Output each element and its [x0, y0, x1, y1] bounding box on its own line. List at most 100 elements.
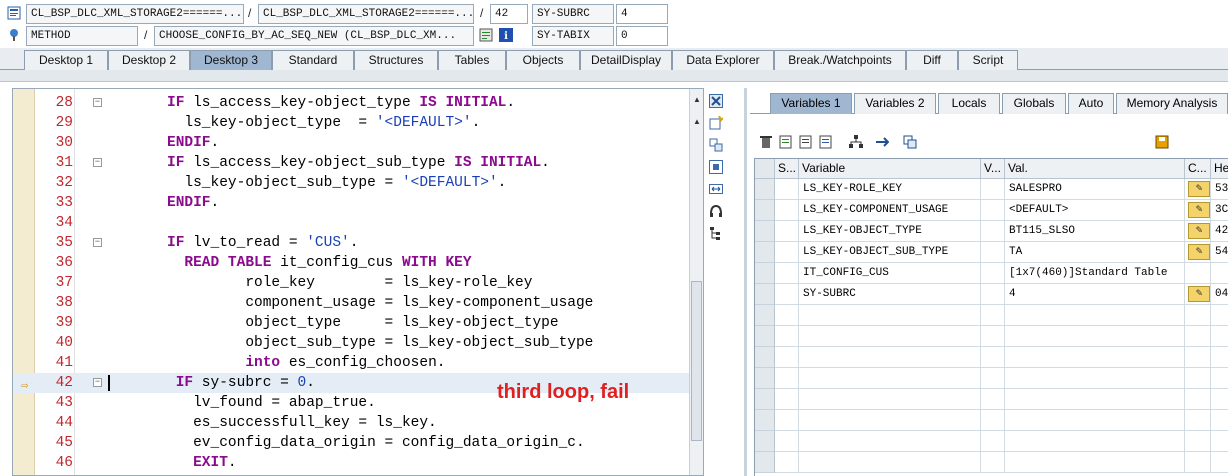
variable-name-cell[interactable]: SY-SUBRC [799, 284, 981, 305]
row-selector[interactable] [755, 263, 775, 284]
table-cell[interactable] [981, 200, 1005, 221]
empty-cell[interactable] [1185, 326, 1211, 347]
empty-cell[interactable] [775, 347, 799, 368]
variable-name-cell[interactable]: LS_KEY-ROLE_KEY [799, 179, 981, 200]
variable-value-cell[interactable]: SALESPRO [1005, 179, 1185, 200]
tab-memory-analysis[interactable]: Memory Analysis [1116, 93, 1228, 114]
code-line[interactable]: 33 ENDIF. [13, 193, 693, 213]
tab-globals[interactable]: Globals [1002, 93, 1066, 114]
close-icon[interactable] [708, 94, 724, 110]
editor-vertical-scrollbar[interactable]: ▲ ▲ [689, 89, 703, 475]
empty-cell[interactable] [1005, 389, 1185, 410]
empty-cell[interactable] [799, 347, 981, 368]
empty-cell[interactable] [981, 368, 1005, 389]
row-selector[interactable] [755, 452, 775, 473]
tab-variables-2[interactable]: Variables 2 [854, 93, 936, 114]
variable-name-cell[interactable]: LS_KEY-OBJECT_SUB_TYPE [799, 242, 981, 263]
hex-value-cell[interactable]: 42( [1211, 221, 1228, 242]
change-cell[interactable]: ✎ [1185, 284, 1211, 305]
variable-name-cell[interactable]: LS_KEY-OBJECT_TYPE [799, 221, 981, 242]
variable-name-cell[interactable]: IT_CONFIG_CUS [799, 263, 981, 284]
empty-cell[interactable] [1185, 452, 1211, 473]
empty-cell[interactable] [981, 305, 1005, 326]
tab-auto[interactable]: Auto [1068, 93, 1114, 114]
table-cell[interactable] [775, 179, 799, 200]
navigate-icon[interactable] [874, 135, 890, 151]
scrollbar-thumb[interactable] [691, 281, 702, 441]
column-header[interactable]: C... [1185, 159, 1211, 179]
empty-cell[interactable] [1211, 368, 1228, 389]
tab-standard[interactable]: Standard [272, 50, 354, 70]
table-cell[interactable] [981, 242, 1005, 263]
tab-script[interactable]: Script [958, 50, 1018, 70]
variable-value-cell[interactable]: <DEFAULT> [1005, 200, 1185, 221]
code-line[interactable]: 38 component_usage = ls_key-component_us… [13, 293, 693, 313]
code-line[interactable]: 28 − IF ls_access_key-object_type IS INITI… [13, 93, 693, 113]
empty-cell[interactable] [1211, 410, 1228, 431]
row-selector[interactable] [755, 347, 775, 368]
empty-cell[interactable] [775, 389, 799, 410]
code-line[interactable]: 37 role_key = ls_key-role_key [13, 273, 693, 293]
code-line[interactable]: 32 ls_key-object_sub_type = '<DEFAULT>'. [13, 173, 693, 193]
edit-pencil-icon[interactable]: ✎ [1188, 223, 1210, 239]
services-icon[interactable] [708, 204, 724, 220]
empty-cell[interactable] [1185, 305, 1211, 326]
event-type-field[interactable]: METHOD [26, 26, 138, 46]
row-selector[interactable] [755, 221, 775, 242]
row-selector[interactable] [755, 179, 775, 200]
empty-cell[interactable] [1185, 347, 1211, 368]
tab-detail-display[interactable]: DetailDisplay [580, 50, 672, 70]
new-tool-icon[interactable] [708, 115, 724, 132]
row-selector[interactable] [755, 410, 775, 431]
code-line[interactable]: 44 es_successfull_key = ls_key. [13, 413, 693, 433]
empty-cell[interactable] [981, 389, 1005, 410]
resize-horizontal-icon[interactable] [708, 182, 724, 198]
tab-variables-1[interactable]: Variables 1 [770, 93, 852, 114]
empty-cell[interactable] [799, 410, 981, 431]
empty-cell[interactable] [1211, 389, 1228, 410]
hex-value-cell[interactable]: 3C( [1211, 200, 1228, 221]
table-cell[interactable] [775, 221, 799, 242]
table-cell[interactable] [981, 284, 1005, 305]
column-header[interactable]: V... [981, 159, 1005, 179]
variable-name-cell[interactable]: LS_KEY-COMPONENT_USAGE [799, 200, 981, 221]
change-cell[interactable]: ✎ [1185, 242, 1211, 263]
empty-cell[interactable] [775, 452, 799, 473]
hierarchy-icon[interactable] [848, 135, 864, 151]
empty-cell[interactable] [1211, 431, 1228, 452]
variable-value-cell[interactable]: [1x7(460)]Standard Table [1005, 263, 1185, 284]
row-selector[interactable] [755, 431, 775, 452]
empty-cell[interactable] [1211, 452, 1228, 473]
scroll-up-arrow-icon[interactable]: ▲ [692, 95, 702, 105]
change-cell[interactable]: ✎ [1185, 221, 1211, 242]
maximize-icon[interactable] [708, 160, 724, 176]
line-number-field[interactable]: 42 [490, 4, 528, 24]
empty-cell[interactable] [799, 431, 981, 452]
empty-cell[interactable] [1005, 305, 1185, 326]
variables-table[interactable]: S... Variable V... Val. C... He LS_KEY-R… [754, 158, 1228, 476]
empty-cell[interactable] [981, 410, 1005, 431]
empty-cell[interactable] [1211, 326, 1228, 347]
tab-data-explorer[interactable]: Data Explorer [672, 50, 774, 70]
fold-toggle-icon[interactable]: − [93, 238, 102, 247]
empty-cell[interactable] [799, 368, 981, 389]
empty-cell[interactable] [1005, 347, 1185, 368]
empty-cell[interactable] [799, 305, 981, 326]
empty-cell[interactable] [1005, 326, 1185, 347]
column-header[interactable]: He [1211, 159, 1228, 179]
column-header[interactable]: S... [775, 159, 799, 179]
display-source-icon[interactable] [478, 27, 494, 43]
fold-toggle-icon[interactable]: − [93, 378, 102, 387]
empty-cell[interactable] [775, 305, 799, 326]
row-selector[interactable] [755, 284, 775, 305]
tab-breakpoints[interactable]: Break./Watchpoints [774, 50, 906, 70]
row-selector[interactable] [755, 200, 775, 221]
code-line[interactable]: 39 object_type = ls_key-object_type [13, 313, 693, 333]
empty-cell[interactable] [799, 452, 981, 473]
empty-cell[interactable] [981, 452, 1005, 473]
edit-pencil-icon[interactable]: ✎ [1188, 286, 1210, 302]
empty-cell[interactable] [1185, 389, 1211, 410]
row-selector[interactable] [755, 389, 775, 410]
variable-value-cell[interactable]: TA [1005, 242, 1185, 263]
edit-pencil-icon[interactable]: ✎ [1188, 202, 1210, 218]
